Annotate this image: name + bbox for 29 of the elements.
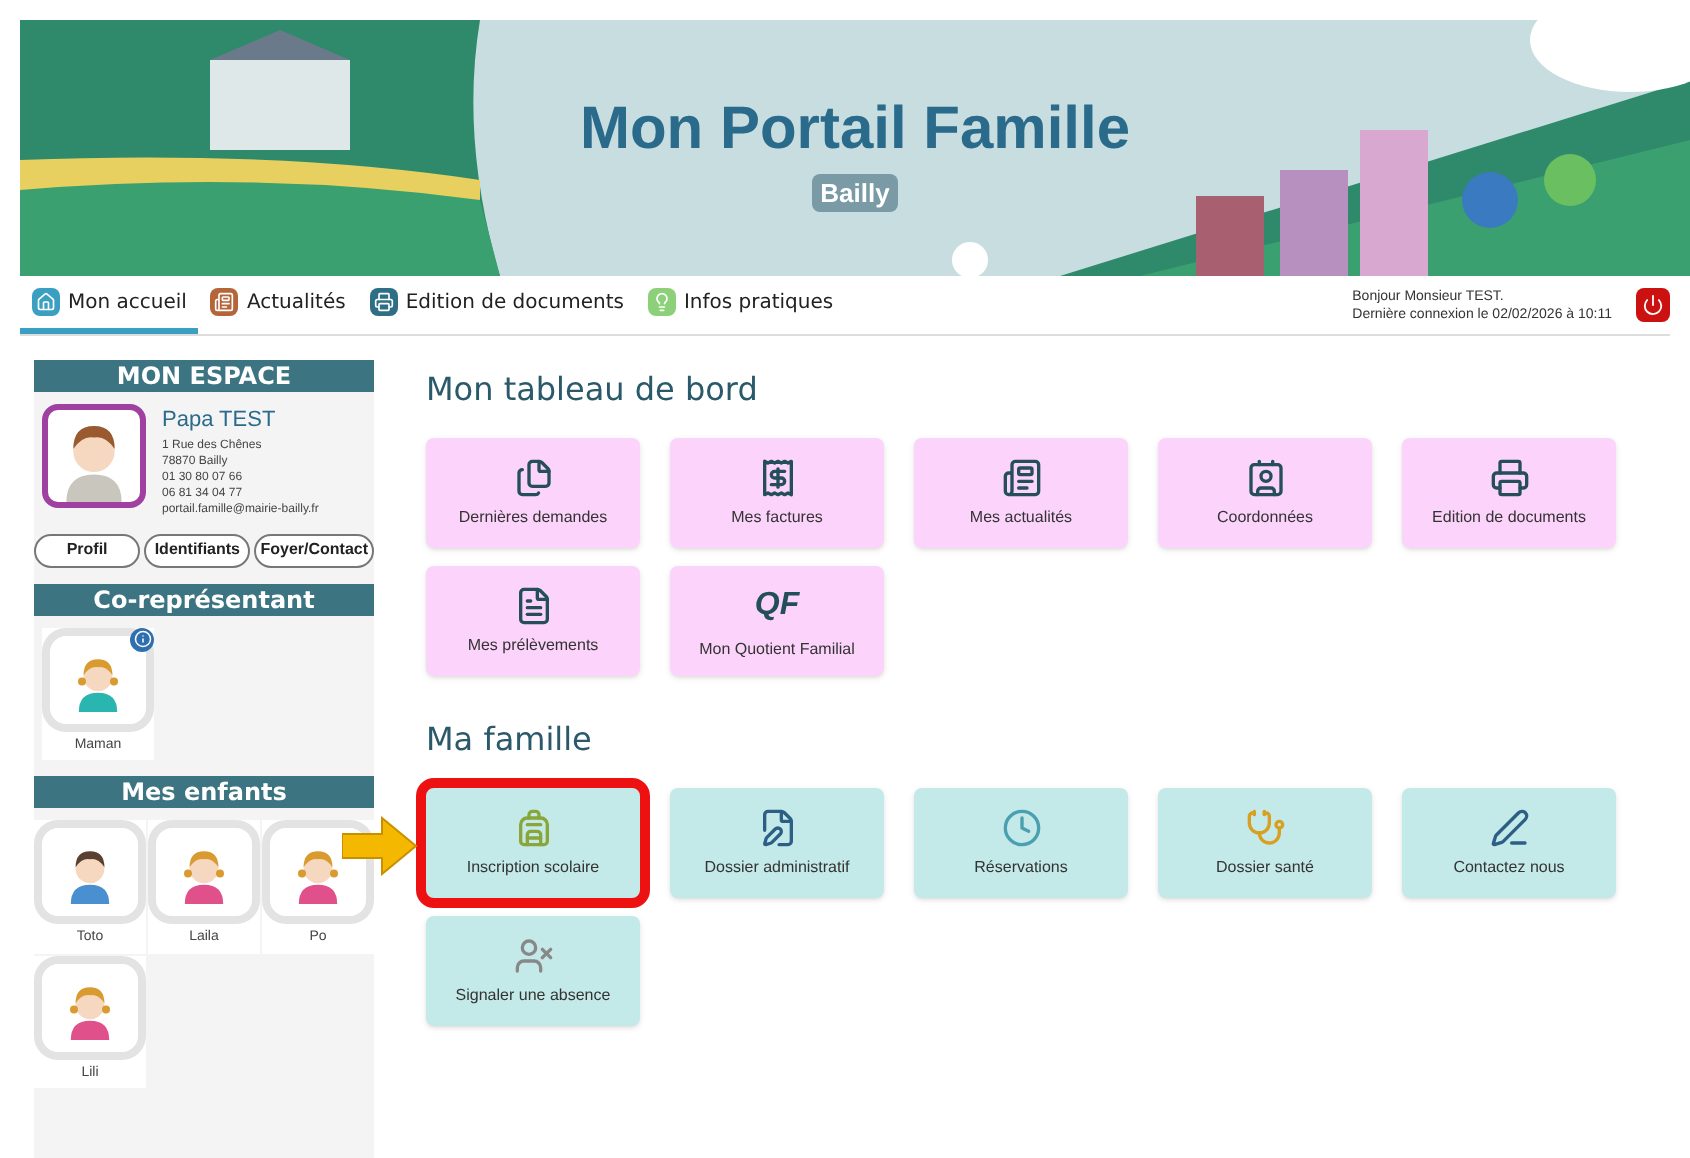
dashboard-tile[interactable]: Dernières demandes	[426, 438, 640, 548]
banner-title: Mon Portail Famille	[579, 93, 1131, 166]
dashboard-tile[interactable]: Signaler une absence	[426, 916, 640, 1026]
nav-tab[interactable]: Mon accueil	[20, 276, 199, 334]
banner-subtitle: Bailly	[812, 173, 898, 213]
nav-tab[interactable]: Actualités	[198, 276, 358, 334]
parent-name: Papa TEST	[162, 406, 278, 436]
profile-button[interactable]: Foyer/Contact	[254, 533, 375, 567]
dashboard-tile[interactable]: Mes actualités	[914, 438, 1128, 548]
dashboard-tile[interactable]: Mes prélèvements	[426, 566, 640, 676]
dashboard-tile[interactable]: Dossier santé	[1158, 788, 1372, 898]
nav-tab[interactable]: Infos pratiques	[635, 276, 846, 334]
section-header: MON ESPACE	[34, 360, 374, 392]
dashboard-tile[interactable]: QF Mon Quotient Familial	[670, 566, 884, 676]
dashboard-tile[interactable]: Mes factures	[670, 438, 884, 548]
dashboard-tile[interactable]: Contactez nous	[1402, 788, 1616, 898]
profile-button[interactable]: Profil	[34, 533, 141, 567]
dashboard-tile[interactable]: Réservations	[914, 788, 1128, 898]
profile-button[interactable]: Identifiants	[144, 533, 251, 567]
nav-tab[interactable]: Edition de documents	[357, 276, 636, 334]
dashboard-tile[interactable]: Edition de documents	[1402, 438, 1616, 548]
section-header: Co-représentant	[34, 583, 374, 615]
section-header: Mes enfants	[34, 776, 374, 808]
family-heading: Ma famille	[426, 718, 594, 762]
dashboard-heading: Mon tableau de bord	[426, 368, 760, 412]
dashboard-tile[interactable]: Coordonnées	[1158, 438, 1372, 548]
dashboard-tile[interactable]: Dossier administratif	[670, 788, 884, 898]
dashboard-tile[interactable]: Inscription scolaire	[426, 788, 640, 898]
qf-icon: QF	[754, 581, 800, 629]
